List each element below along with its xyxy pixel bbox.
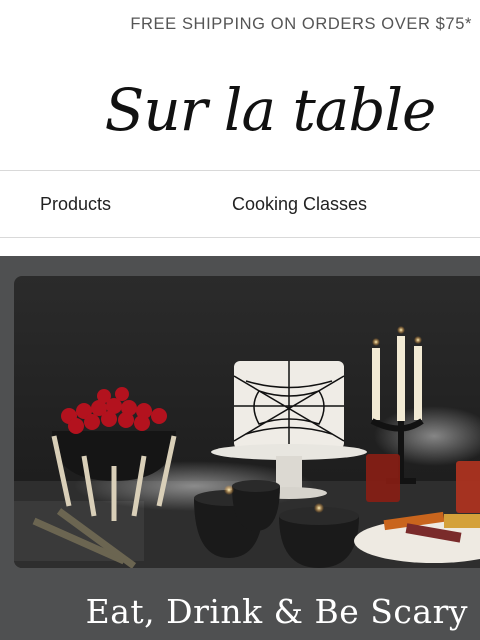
main-nav: Products Cooking Classes: [0, 170, 480, 238]
header-logo[interactable]: Sur la table: [0, 50, 480, 170]
hero-title: Eat, Drink & Be Scary: [85, 592, 468, 631]
placemat: [14, 501, 144, 561]
nav-item-cooking-classes[interactable]: Cooking Classes: [232, 171, 367, 237]
hero-image[interactable]: [14, 276, 480, 568]
nav-item-products[interactable]: Products: [40, 171, 111, 237]
red-drink: [366, 454, 400, 502]
halloween-table-illustration: [14, 326, 480, 568]
promo-banner[interactable]: FREE SHIPPING ON ORDERS OVER $75*: [0, 0, 480, 48]
red-drink: [456, 461, 480, 513]
hero-banner[interactable]: Eat, Drink & Be Scary: [0, 256, 480, 640]
promo-text: FREE SHIPPING ON ORDERS OVER $75*: [130, 14, 472, 33]
brand-logo[interactable]: Sur la table: [45, 76, 437, 144]
